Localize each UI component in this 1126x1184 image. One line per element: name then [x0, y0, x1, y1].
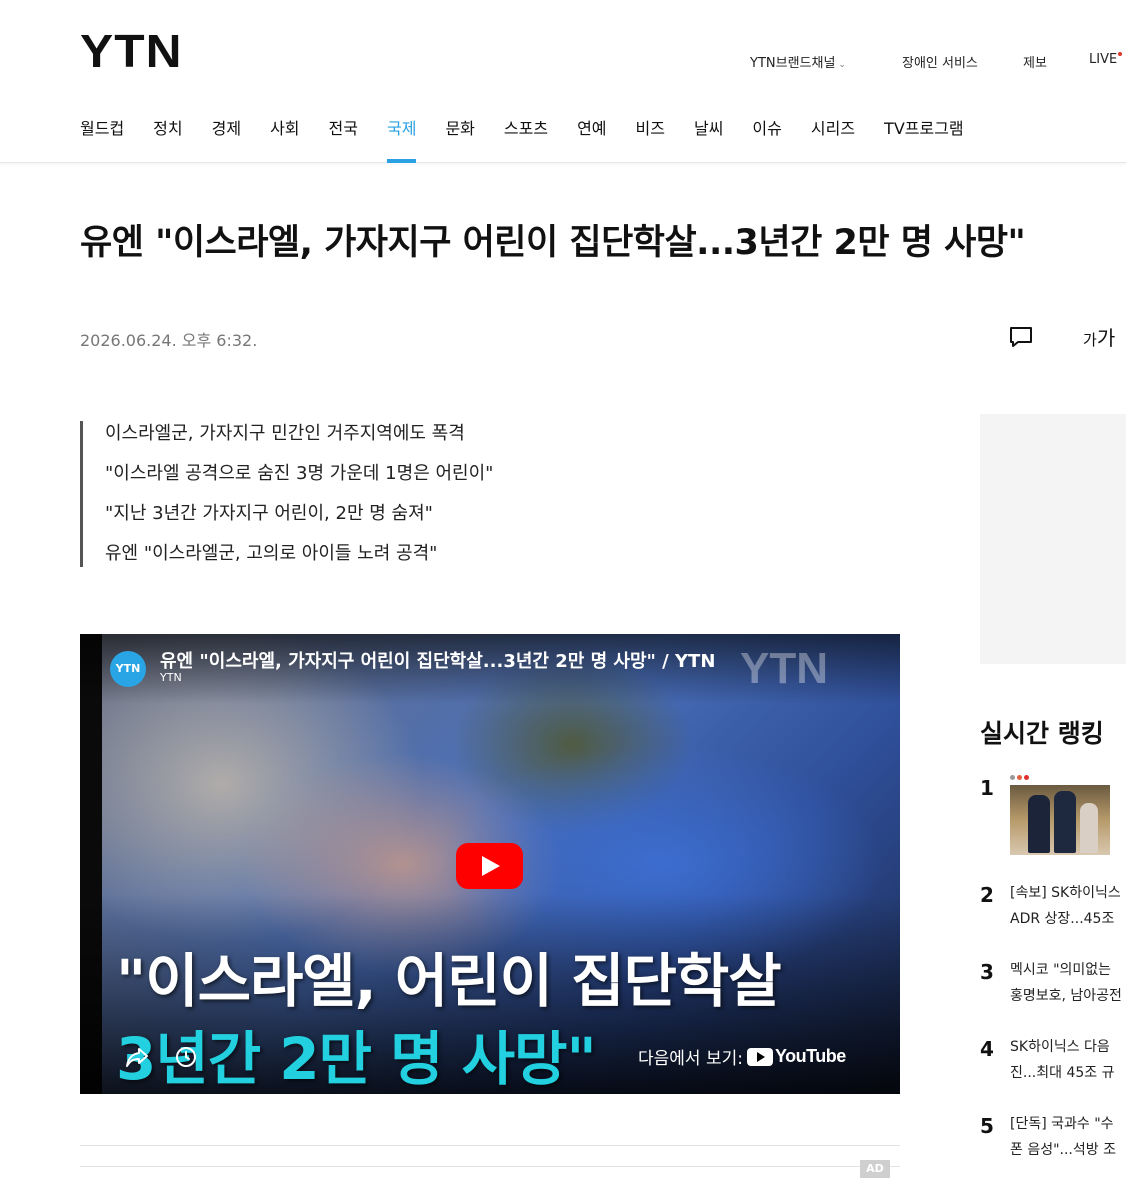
nav-item-entertainment[interactable]: 연예: [577, 118, 606, 163]
article-headline: 유엔 "이스라엘, 가자지구 어린이 집단학살...3년간 2만 명 사망": [80, 223, 1026, 263]
font-size-small-label: 가: [1083, 331, 1097, 349]
ad-badge: AD: [860, 1160, 890, 1178]
rank-number: 2: [980, 883, 994, 907]
summary-line: 이스라엘군, 가자지구 민간인 거주지역에도 폭격: [105, 423, 465, 444]
ranking-item-line: 폰 음성"...석방 조: [1010, 1142, 1116, 1158]
ranking-title: 실시간 랭킹: [980, 719, 1104, 748]
chevron-down-icon: ⌄: [838, 60, 846, 70]
share-icon[interactable]: [124, 1044, 150, 1070]
accessibility-link[interactable]: 장애인 서비스: [902, 52, 978, 71]
live-label: LIVE: [1089, 52, 1118, 67]
font-size-button[interactable]: 가가: [1083, 322, 1115, 351]
main-nav: 월드컵 정치 경제 사회 전국 국제 문화 스포츠 연예 비즈 날씨 이슈 시리…: [80, 118, 993, 163]
live-dot-icon: [1118, 52, 1123, 56]
report-link[interactable]: 제보: [1023, 52, 1047, 71]
ranking-item-line: ADR 상장...45조: [1010, 911, 1115, 927]
summary-line: "지난 3년간 가자지구 어린이, 2만 명 숨져": [105, 503, 433, 524]
nav-item-politics[interactable]: 정치: [153, 118, 182, 163]
ranking-item-line: 진...최대 45조 규: [1010, 1065, 1115, 1081]
nav-item-weather[interactable]: 날씨: [694, 118, 723, 163]
rank-number: 3: [980, 960, 994, 984]
comment-icon[interactable]: [1008, 324, 1034, 350]
ranking-item-link[interactable]: [단독] 국과수 "수 폰 음성"...석방 조: [1010, 1111, 1126, 1163]
ranking-item-line: 홍명보호, 남아공전: [1010, 988, 1122, 1004]
video-player[interactable]: YTN YTN 유엔 "이스라엘, 가자지구 어린이 집단학살...3년간 2만…: [80, 634, 900, 1094]
ranking-item-line: 멕시코 "의미없는: [1010, 962, 1112, 978]
font-size-large-label: 가: [1096, 326, 1116, 350]
nav-item-worldcup[interactable]: 월드컵: [80, 118, 124, 163]
watch-on-youtube[interactable]: 다음에서 보기: YouTube: [638, 1044, 846, 1069]
ranking-item-line: [단독] 국과수 "수: [1010, 1116, 1114, 1132]
live-link[interactable]: LIVE: [1089, 52, 1123, 67]
nav-item-nationwide[interactable]: 전국: [329, 118, 358, 163]
summary-line: 유엔 "이스라엘군, 고의로 아이들 노려 공격": [105, 543, 438, 564]
ranking-item-link[interactable]: [속보] SK하이닉스 ADR 상장...45조: [1010, 880, 1126, 932]
ranking-item-line: [속보] SK하이닉스: [1010, 885, 1121, 901]
youtube-logo: YouTube: [746, 1046, 846, 1067]
brand-channel-label: YTN브랜드채널: [750, 56, 836, 71]
nav-item-economy[interactable]: 경제: [212, 118, 241, 163]
sidebar-ad-slot[interactable]: [980, 414, 1126, 664]
video-title[interactable]: 유엔 "이스라엘, 가자지구 어린이 집단학살...3년간 2만 명 사망" /…: [160, 647, 715, 673]
article-summary: 이스라엘군, 가자지구 민간인 거주지역에도 폭격 "이스라엘 공격으로 숨진 …: [80, 421, 600, 567]
video-caption-line1: "이스라엘, 어린이 집단학살: [116, 947, 782, 1015]
divider: [80, 1145, 900, 1146]
brand-channel-menu[interactable]: YTN브랜드채널 ⌄: [750, 52, 846, 71]
rank-number: 5: [980, 1114, 994, 1138]
nav-item-issue[interactable]: 이슈: [752, 118, 781, 163]
divider: [80, 1166, 900, 1167]
channel-avatar[interactable]: YTN: [110, 651, 146, 687]
youtube-wordmark: YouTube: [774, 1046, 846, 1066]
article-date: 2026.06.24. 오후 6:32.: [80, 331, 258, 350]
summary-line: "이스라엘 공격으로 숨진 3명 가운데 1명은 어린이": [105, 463, 494, 484]
video-channel-name[interactable]: YTN: [160, 671, 182, 684]
nav-item-series[interactable]: 시리즈: [811, 118, 855, 163]
watch-on-label: 다음에서 보기:: [638, 1049, 743, 1069]
nav-item-culture[interactable]: 문화: [445, 118, 474, 163]
nav-item-tv-program[interactable]: TV프로그램: [884, 118, 964, 163]
play-button[interactable]: [456, 843, 523, 889]
ranking-item-link[interactable]: 멕시코 "의미없는 홍명보호, 남아공전: [1010, 957, 1126, 1009]
rank-number: 1: [980, 776, 994, 800]
video-watermark: YTN: [740, 644, 828, 693]
nav-item-biz[interactable]: 비즈: [636, 118, 665, 163]
ranking-item-line: SK하이닉스 다음: [1010, 1039, 1110, 1055]
thumbnail-dots-icon: [1010, 775, 1029, 780]
watch-later-icon[interactable]: [174, 1045, 198, 1069]
youtube-play-icon: [746, 1047, 773, 1066]
ranking-item-link[interactable]: SK하이닉스 다음 진...최대 45조 규: [1010, 1034, 1126, 1086]
nav-item-international[interactable]: 국제: [386, 118, 417, 163]
site-header: YTN YTN브랜드채널 ⌄ 장애인 서비스 제보 LIVE 월드컵 정치 경제 …: [0, 0, 1126, 163]
ytn-logo[interactable]: YTN: [80, 28, 183, 74]
rank-number: 4: [980, 1037, 994, 1061]
ranking-thumbnail[interactable]: [1010, 785, 1110, 855]
nav-item-society[interactable]: 사회: [270, 118, 299, 163]
nav-item-sports[interactable]: 스포츠: [504, 118, 548, 163]
